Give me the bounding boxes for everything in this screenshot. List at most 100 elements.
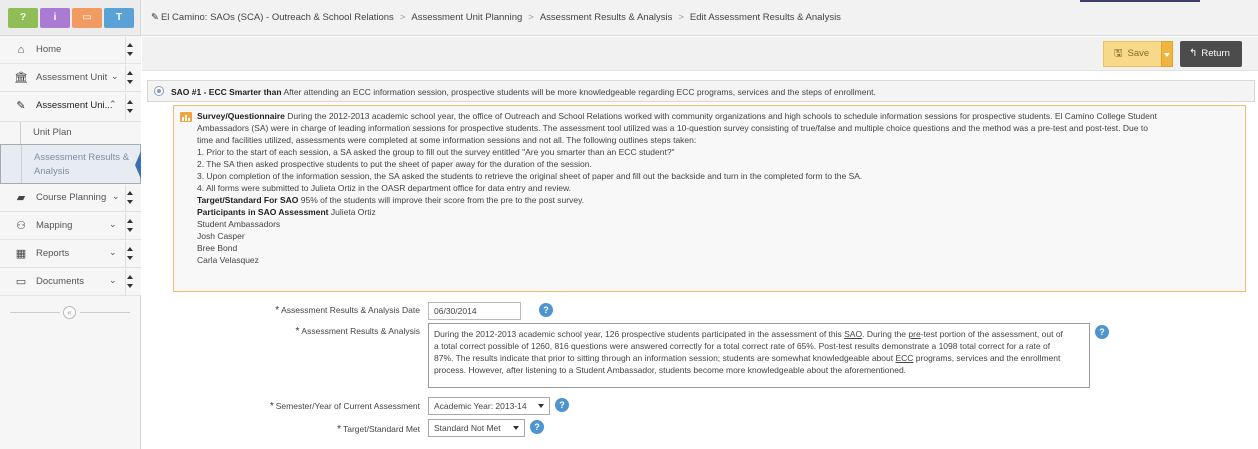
chevron-down-icon[interactable]: ⌄ xyxy=(112,191,120,202)
breadcrumb: ✎ El Camino: SAOs (SCA) - Outreach & Scho… xyxy=(151,12,841,23)
assessment-method-panel: Survey/Questionnaire During the 2012-201… xyxy=(173,105,1246,292)
assessment-step-3: 3. Upon completion of the information se… xyxy=(197,171,863,181)
save-options-dropdown[interactable] xyxy=(1161,41,1173,67)
chevron-down-icon[interactable]: ⌄ xyxy=(111,71,119,82)
assessment-step-4: 4. All forms were submitted to Julieta O… xyxy=(197,183,572,193)
sidebar-subitem-label-line1: Assessment Results & xyxy=(34,152,130,163)
method-label: Survey/Questionnaire xyxy=(197,111,285,121)
assessment-line-2: Ambassadors (SA) were in charge of leadi… xyxy=(197,123,1148,133)
results-textarea[interactable]: During the 2012-2013 academic school yea… xyxy=(428,323,1090,388)
sidebar-scroll-arrows[interactable] xyxy=(125,269,135,295)
sidebar-item-course-planning[interactable]: ▰ Course Planning ⌄ xyxy=(0,184,141,212)
results-text-line: a total correct possible of 1260, 816 qu… xyxy=(434,341,1051,351)
floppy-icon: 🖫 xyxy=(1114,48,1123,59)
results-field-label: * Assessment Results & Analysis xyxy=(270,326,420,337)
semester-select[interactable]: Academic Year: 2013-14 xyxy=(428,397,550,415)
return-arrow-icon: ↰ xyxy=(1189,48,1198,59)
return-button[interactable]: ↰ Return xyxy=(1180,41,1242,67)
sidebar-subitem-label-line2: Analysis xyxy=(34,166,70,177)
participant: Student Ambassadors xyxy=(197,219,281,229)
results-text-line: process. However, after listening to a S… xyxy=(434,365,907,375)
sao-title: SAO #1 - ECC Smarter than After attendin… xyxy=(171,87,876,97)
chevron-down-icon[interactable]: ⌄ xyxy=(109,219,117,230)
help-icon[interactable]: ? xyxy=(555,398,569,412)
sidebar-item-label: Assessment Unit xyxy=(36,72,108,83)
sidebar-scroll-arrows[interactable] xyxy=(125,241,135,267)
chevron-up-icon[interactable]: ⌃ xyxy=(109,99,117,110)
target-text: 95% of the students will improve their s… xyxy=(300,195,585,205)
breadcrumb-separator: > xyxy=(528,12,534,23)
quick-buttons-bar: ? i ▭ T xyxy=(0,0,141,36)
assessment-step-1: 1. Prior to the start of each session, a… xyxy=(197,147,675,157)
participant: Josh Casper xyxy=(197,231,245,241)
pencil-icon: ✎ xyxy=(151,12,159,23)
window-icon[interactable]: ▭ xyxy=(72,8,102,28)
target-label: Target/Standard For SAO xyxy=(197,195,299,205)
bar-chart-icon xyxy=(180,112,192,122)
sidebar-subitem-unit-plan[interactable]: Unit Plan xyxy=(0,122,141,144)
toolbar: 🖫 Save ↰ Return xyxy=(142,37,1258,71)
results-label-text: Assessment Results & Analysis xyxy=(301,326,420,336)
expand-icon[interactable] xyxy=(154,86,164,96)
sidebar-collapse[interactable]: « xyxy=(0,306,141,320)
sidebar-item-assessment-unit[interactable]: 🏛 Assessment Unit ⌄ xyxy=(0,64,141,92)
sidebar: ⌂ Home 🏛 Assessment Unit ⌄ ✎ Assessment … xyxy=(0,36,141,449)
sao-description: After attending an ECC information sessi… xyxy=(283,87,876,97)
sidebar-item-reports[interactable]: ▦ Reports ⌄ xyxy=(0,240,141,268)
sidebar-item-label: Mapping xyxy=(36,220,73,231)
breadcrumb-item-unit-planning[interactable]: Assessment Unit Planning xyxy=(411,12,522,23)
target-met-select[interactable]: Standard Not Met xyxy=(428,419,525,437)
collapse-icon[interactable]: « xyxy=(63,306,76,319)
results-text-line: 87%. The results indicate that prior to … xyxy=(434,353,1061,363)
chevron-down-icon[interactable]: ⌄ xyxy=(109,275,117,286)
sidebar-item-home[interactable]: ⌂ Home xyxy=(0,36,141,64)
help-icon[interactable]: ? xyxy=(539,303,553,317)
required-mark: * xyxy=(295,326,300,337)
chevron-down-icon[interactable]: ⌄ xyxy=(109,247,117,258)
sidebar-subitem-assessment-results[interactable]: Assessment Results & Analysis xyxy=(0,144,141,184)
sidebar-item-label: Course Planning xyxy=(36,192,107,203)
sidebar-scroll-arrows[interactable] xyxy=(125,37,135,63)
filter-icon[interactable]: T xyxy=(104,8,134,28)
target-met-field-label: * Target/Standard Met xyxy=(300,424,420,435)
semester-label-text: Semester/Year of Current Assessment xyxy=(275,401,420,411)
sidebar-scroll-arrows[interactable] xyxy=(125,94,135,120)
sidebar-scroll-arrows[interactable] xyxy=(125,185,135,211)
breadcrumb-separator: > xyxy=(678,12,684,23)
required-mark: * xyxy=(337,424,341,435)
assessment-line-3: time and facilities utilized, assessment… xyxy=(197,135,697,145)
selected-indicator-icon xyxy=(135,151,141,179)
save-button[interactable]: 🖫 Save xyxy=(1103,41,1161,67)
date-label-text: Assessment Results & Analysis Date xyxy=(281,305,420,315)
assessment-step-2: 2. The SA then asked prospective student… xyxy=(197,159,592,169)
target-met-select-value: Standard Not Met xyxy=(434,423,501,433)
sitemap-icon: ⚇ xyxy=(16,220,26,232)
help-icon[interactable]: ? xyxy=(530,420,544,434)
sidebar-scroll-arrows[interactable] xyxy=(125,213,135,239)
sidebar-item-mapping[interactable]: ⚇ Mapping ⌄ xyxy=(0,212,141,240)
sidebar-item-label: Home xyxy=(36,44,62,55)
breadcrumb-item-program[interactable]: El Camino: SAOs (SCA) - Outreach & Schoo… xyxy=(161,12,394,23)
question-icon[interactable]: ? xyxy=(8,8,38,28)
sidebar-item-documents[interactable]: ▭ Documents ⌄ xyxy=(0,268,141,296)
breadcrumb-bar: ✎ El Camino: SAOs (SCA) - Outreach & Scho… xyxy=(141,0,1258,36)
info-icon[interactable]: i xyxy=(40,8,70,28)
participant: Bree Bond xyxy=(197,243,238,253)
sao-header[interactable]: SAO #1 - ECC Smarter than After attendin… xyxy=(147,80,1255,102)
return-button-label: Return xyxy=(1201,48,1230,59)
breadcrumb-separator: > xyxy=(399,12,406,23)
semester-select-value: Academic Year: 2013-14 xyxy=(434,401,527,411)
participant: Julieta Ortiz xyxy=(330,207,376,217)
date-field-label: * Assessment Results & Analysis Date xyxy=(270,305,420,316)
institution-icon: 🏛 xyxy=(14,72,28,84)
help-icon[interactable]: ? xyxy=(1095,325,1109,339)
folder-icon: ▭ xyxy=(15,276,27,288)
sidebar-item-label: Reports xyxy=(36,248,70,259)
sidebar-scroll-arrows[interactable] xyxy=(125,65,135,91)
semester-field-label: * Semester/Year of Current Assessment xyxy=(240,401,420,412)
caret-down-icon xyxy=(1164,53,1170,57)
sidebar-subitem-label: Unit Plan xyxy=(33,127,72,138)
date-input[interactable]: 06/30/2014 xyxy=(428,302,521,320)
breadcrumb-item-results[interactable]: Assessment Results & Analysis xyxy=(540,12,673,23)
sidebar-item-assessment-unit-planning[interactable]: ✎ Assessment Uni... ⌃ xyxy=(0,92,141,122)
